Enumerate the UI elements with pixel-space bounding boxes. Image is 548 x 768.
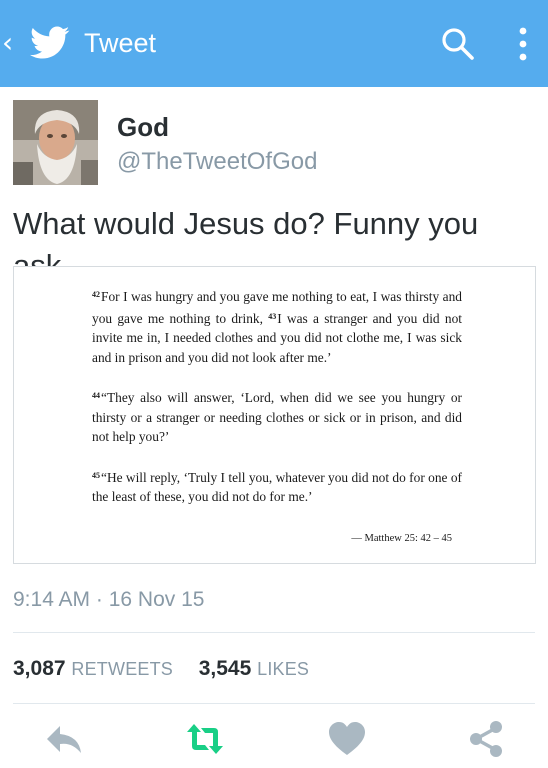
scripture-passage: 42For I was hungry and you gave me nothi…	[92, 285, 462, 526]
divider	[13, 632, 535, 633]
divider	[13, 703, 535, 704]
verse-number: 44	[92, 391, 100, 400]
verse-number: 42	[92, 290, 100, 299]
tweet-stats: 3,087 RETWEETS 3,545 LIKES	[13, 654, 309, 684]
overflow-menu-icon[interactable]	[515, 24, 531, 64]
scripture-paragraph: 42For I was hungry and you gave me nothi…	[92, 285, 462, 367]
back-icon[interactable]: ‹	[2, 29, 13, 57]
retweets-label[interactable]: RETWEETS	[71, 659, 173, 679]
twitter-bird-icon[interactable]	[30, 26, 70, 60]
reply-icon[interactable]	[44, 720, 84, 758]
verse-text: “They also will answer, ‘Lord, when did …	[92, 390, 462, 444]
verse-number: 45	[92, 470, 100, 480]
heart-icon[interactable]	[327, 720, 367, 758]
retweets-count[interactable]: 3,087	[13, 657, 66, 680]
retweet-icon[interactable]	[185, 720, 225, 758]
author-name[interactable]: God	[117, 110, 169, 144]
tweet-media-image[interactable]: 42For I was hungry and you gave me nothi…	[13, 266, 536, 564]
likes-count[interactable]: 3,545	[199, 657, 252, 680]
scripture-paragraph: 44“They also will answer, ‘Lord, when di…	[92, 386, 462, 447]
header-title: Tweet	[84, 28, 157, 58]
likes-label[interactable]: LIKES	[257, 659, 309, 679]
search-icon[interactable]	[440, 26, 476, 62]
scripture-citation: — Matthew 25: 42 – 45	[351, 533, 452, 544]
verse-text: “He will reply, ‘Truly I tell you, whate…	[92, 469, 462, 505]
avatar[interactable]	[13, 100, 98, 185]
app-header: ‹ Tweet	[0, 0, 548, 87]
tweet-timestamp: 9:14 AM · 16 Nov 15	[13, 588, 205, 611]
share-icon[interactable]	[466, 720, 506, 758]
verse-number: 43	[268, 311, 277, 321]
author-handle[interactable]: @TheTweetOfGod	[117, 146, 317, 178]
scripture-paragraph: 45“He will reply, ‘Truly I tell you, wha…	[92, 466, 462, 507]
